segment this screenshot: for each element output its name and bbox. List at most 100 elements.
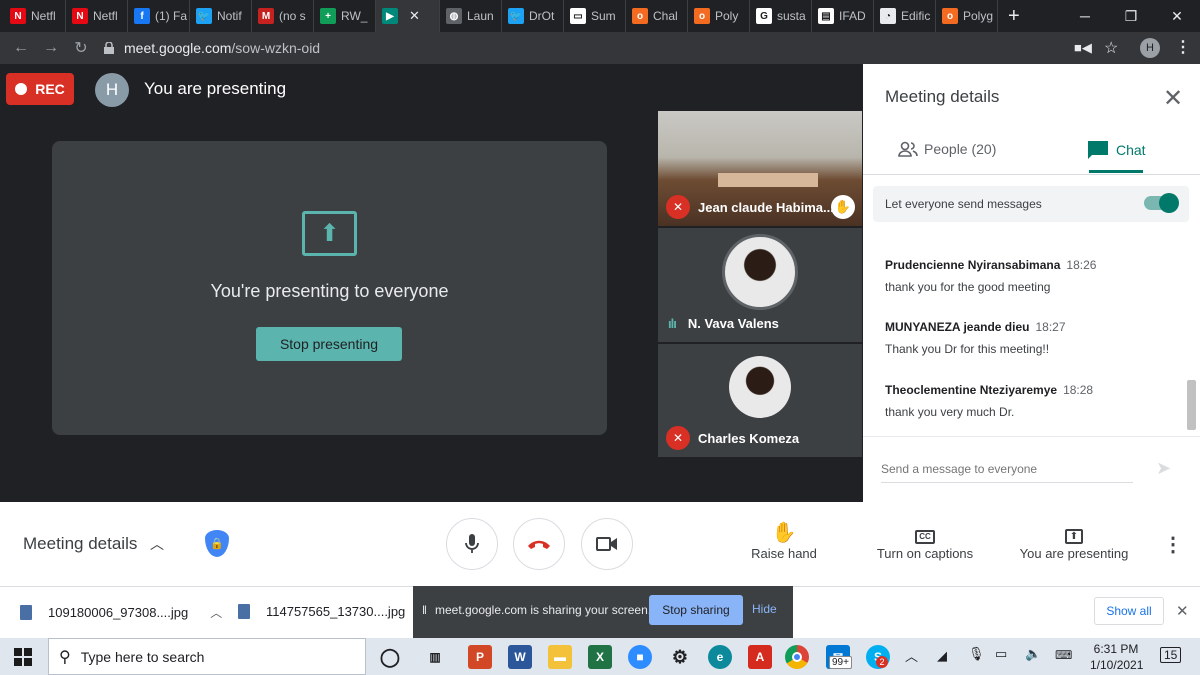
camera-button[interactable] bbox=[581, 518, 633, 570]
notification-center-icon[interactable]: 15 bbox=[1160, 647, 1182, 663]
chrome-icon[interactable] bbox=[785, 645, 809, 669]
star-icon[interactable]: ☆ bbox=[1104, 38, 1118, 58]
chevron-up-icon[interactable]: ︿ bbox=[150, 534, 164, 554]
taskbar-clock[interactable]: 6:31 PM 1/10/2021 bbox=[1090, 641, 1143, 673]
tab-title: IFAD bbox=[839, 9, 866, 23]
camera-icon[interactable]: ■◀ bbox=[1074, 40, 1092, 56]
twitter-icon: 🐦 bbox=[196, 8, 212, 24]
meeting-details-button[interactable]: Meeting details bbox=[23, 534, 137, 554]
microphone-icon[interactable]: 🎙 bbox=[968, 646, 985, 662]
browser-tab[interactable]: ◔ Edific bbox=[874, 0, 936, 32]
forward-icon[interactable]: → bbox=[36, 39, 66, 57]
window-controls: ─ ❐ ✕ bbox=[1062, 0, 1200, 32]
tab-title: Netfl bbox=[93, 9, 118, 23]
message-sender: Prudencienne Nyiransabimana bbox=[885, 258, 1061, 272]
browser-tab[interactable]: ▶ ✕ bbox=[376, 0, 440, 32]
show-all-button[interactable]: Show all bbox=[1094, 597, 1164, 625]
browser-tab[interactable]: ◍ Laun bbox=[440, 0, 502, 32]
keyboard-icon[interactable]: ⌨ bbox=[1055, 648, 1072, 662]
raise-hand-button[interactable]: ✋ Raise hand bbox=[748, 520, 820, 561]
divider bbox=[863, 436, 1200, 437]
browser-tab[interactable]: N Netfl bbox=[4, 0, 66, 32]
zoom-icon[interactable]: ■ bbox=[628, 645, 652, 669]
excel-icon[interactable]: X bbox=[588, 645, 612, 669]
microphone-button[interactable] bbox=[446, 518, 498, 570]
powerpoint-icon[interactable]: P bbox=[468, 645, 492, 669]
gmail-icon: M bbox=[258, 8, 274, 24]
task-view-icon[interactable]: ▥ bbox=[423, 645, 447, 669]
close-tab-icon[interactable]: ✕ bbox=[409, 8, 420, 24]
tab-people[interactable]: People (20) bbox=[898, 141, 996, 157]
tab-title: Notif bbox=[217, 9, 242, 23]
browser-tab[interactable]: o Chal bbox=[626, 0, 688, 32]
new-tab-icon[interactable]: + bbox=[1008, 5, 1020, 28]
back-icon[interactable]: ← bbox=[6, 39, 36, 57]
volume-icon[interactable]: 🔈 bbox=[1025, 646, 1041, 662]
captions-button[interactable]: CC Turn on captions bbox=[870, 520, 980, 561]
minimize-icon[interactable]: ─ bbox=[1062, 8, 1108, 24]
participant-tile[interactable]: ✕ Jean claude Habima... ✋ bbox=[658, 111, 862, 226]
participant-name: N. Vava Valens bbox=[687, 316, 779, 331]
twitter-icon: 🐦 bbox=[508, 8, 524, 24]
profile-avatar[interactable]: H bbox=[1140, 38, 1160, 58]
chat-scrollbar[interactable] bbox=[1187, 380, 1196, 430]
close-icon[interactable]: ✕ bbox=[1176, 602, 1189, 620]
stop-presenting-button[interactable]: Stop presenting bbox=[256, 327, 402, 361]
taskbar-search-box[interactable]: ⚲ Type here to search bbox=[48, 638, 366, 675]
message-text: thank you very much Dr. bbox=[885, 405, 1015, 419]
sheets-icon: + bbox=[320, 8, 336, 24]
toggle-knob[interactable] bbox=[1159, 193, 1179, 213]
network-icon[interactable]: ◢ bbox=[937, 648, 947, 664]
close-icon[interactable]: ✕ bbox=[1163, 84, 1183, 113]
windows-start-icon[interactable] bbox=[14, 648, 32, 666]
leave-call-button[interactable] bbox=[513, 518, 565, 570]
download-item[interactable]: 114757565_13730....jpg bbox=[238, 604, 405, 619]
browser-tab[interactable]: Gsusta bbox=[750, 0, 812, 32]
close-window-icon[interactable]: ✕ bbox=[1154, 8, 1200, 25]
browser-tab[interactable]: 🐦 DrOt bbox=[502, 0, 564, 32]
presenting-button[interactable]: ⬆ You are presenting bbox=[1013, 520, 1135, 561]
netflix-icon: N bbox=[72, 8, 88, 24]
hand-raised-icon: ✋ bbox=[831, 195, 855, 219]
download-item[interactable]: 109180006_97308....jpg ︿ bbox=[20, 604, 222, 621]
meet-icon: ▶ bbox=[382, 8, 398, 24]
browser-tab[interactable]: N Netfl bbox=[66, 0, 128, 32]
browser-tab[interactable]: ▭ Sum bbox=[564, 0, 626, 32]
participant-tile[interactable]: ✕ Charles Komeza bbox=[658, 344, 862, 457]
cortana-icon[interactable]: ◯ bbox=[378, 645, 402, 669]
mail-badge: 99+ bbox=[829, 656, 852, 669]
url-host: meet.google.com bbox=[124, 40, 232, 56]
hide-button[interactable]: Hide bbox=[752, 602, 777, 616]
chat-message-input[interactable] bbox=[881, 462, 1133, 483]
message-time: 18:27 bbox=[1035, 320, 1066, 334]
chat-tab-label: Chat bbox=[1116, 142, 1146, 158]
battery-icon[interactable]: ▭ bbox=[995, 646, 1007, 662]
message-time: 18:26 bbox=[1066, 258, 1097, 272]
participant-tile[interactable]: ılı N. Vava Valens bbox=[658, 228, 862, 342]
browser-tab[interactable]: 🐦 Notif bbox=[190, 0, 252, 32]
browser-tab[interactable]: o Poly bbox=[688, 0, 750, 32]
curtain-area bbox=[718, 173, 818, 187]
browser-tab[interactable]: M (no s bbox=[252, 0, 314, 32]
microphone-icon bbox=[465, 534, 479, 553]
browser-menu-icon[interactable]: ⋮ bbox=[1175, 37, 1191, 57]
more-options-icon[interactable]: ⋮ bbox=[1163, 532, 1183, 557]
browser-tab[interactable]: f (1) Fa bbox=[128, 0, 190, 32]
chevron-up-icon[interactable]: ︿ bbox=[210, 604, 222, 621]
settings-gear-icon[interactable]: ⚙ bbox=[668, 645, 692, 669]
restore-icon[interactable]: ❐ bbox=[1108, 8, 1154, 25]
browser-tab[interactable]: o Polyg bbox=[936, 0, 998, 32]
send-icon[interactable]: ➤ bbox=[1156, 458, 1171, 479]
url-field[interactable]: meet.google.com/sow-wzkn-oid bbox=[104, 40, 320, 56]
chevron-up-icon[interactable]: ︿ bbox=[905, 646, 918, 665]
browser-tab[interactable]: ▤ IFAD bbox=[812, 0, 874, 32]
acrobat-icon[interactable]: A bbox=[748, 645, 772, 669]
tab-chat[interactable]: Chat bbox=[1088, 141, 1146, 159]
file-explorer-icon[interactable]: ▬ bbox=[548, 645, 572, 669]
edge-browser-icon[interactable]: e bbox=[708, 645, 732, 669]
reload-icon[interactable]: ↻ bbox=[66, 38, 96, 58]
browser-tab[interactable]: + RW_ bbox=[314, 0, 376, 32]
stop-sharing-button[interactable]: Stop sharing bbox=[649, 595, 743, 625]
lock-icon bbox=[104, 42, 114, 54]
word-icon[interactable]: W bbox=[508, 645, 532, 669]
